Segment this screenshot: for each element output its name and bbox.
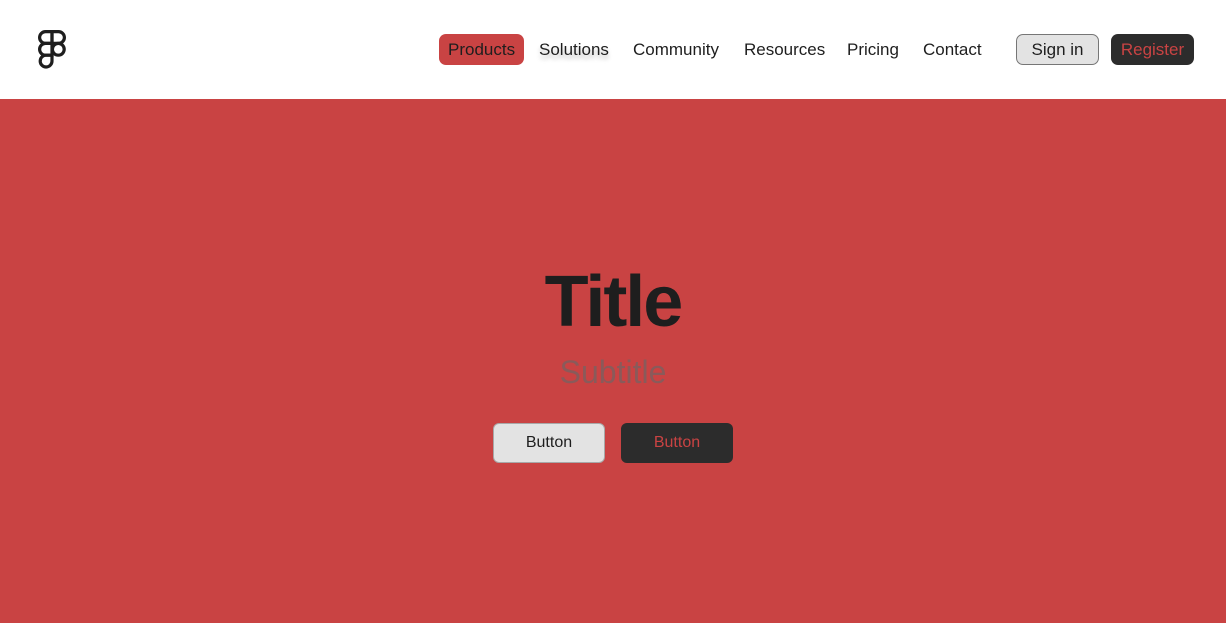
hero-secondary-button[interactable]: Button bbox=[621, 423, 733, 463]
hero-subtitle: Subtitle bbox=[559, 354, 667, 390]
nav-item-pricing[interactable]: Pricing bbox=[847, 34, 899, 65]
hero-primary-button[interactable]: Button bbox=[493, 423, 605, 463]
nav-item-resources[interactable]: Resources bbox=[744, 34, 825, 65]
hero-section: Title Subtitle Button Button bbox=[0, 99, 1226, 623]
nav-item-community[interactable]: Community bbox=[633, 34, 719, 65]
top-navigation-bar: Products Solutions Community Resources P… bbox=[0, 0, 1226, 99]
hero-title: Title bbox=[544, 262, 684, 342]
nav-item-contact[interactable]: Contact bbox=[923, 34, 982, 65]
nav-item-products[interactable]: Products bbox=[439, 34, 525, 65]
register-button[interactable]: Register bbox=[1111, 34, 1194, 65]
sign-in-button[interactable]: Sign in bbox=[1016, 34, 1099, 65]
figma-logo-icon[interactable] bbox=[38, 30, 66, 70]
nav-item-solutions[interactable]: Solutions bbox=[539, 34, 609, 65]
